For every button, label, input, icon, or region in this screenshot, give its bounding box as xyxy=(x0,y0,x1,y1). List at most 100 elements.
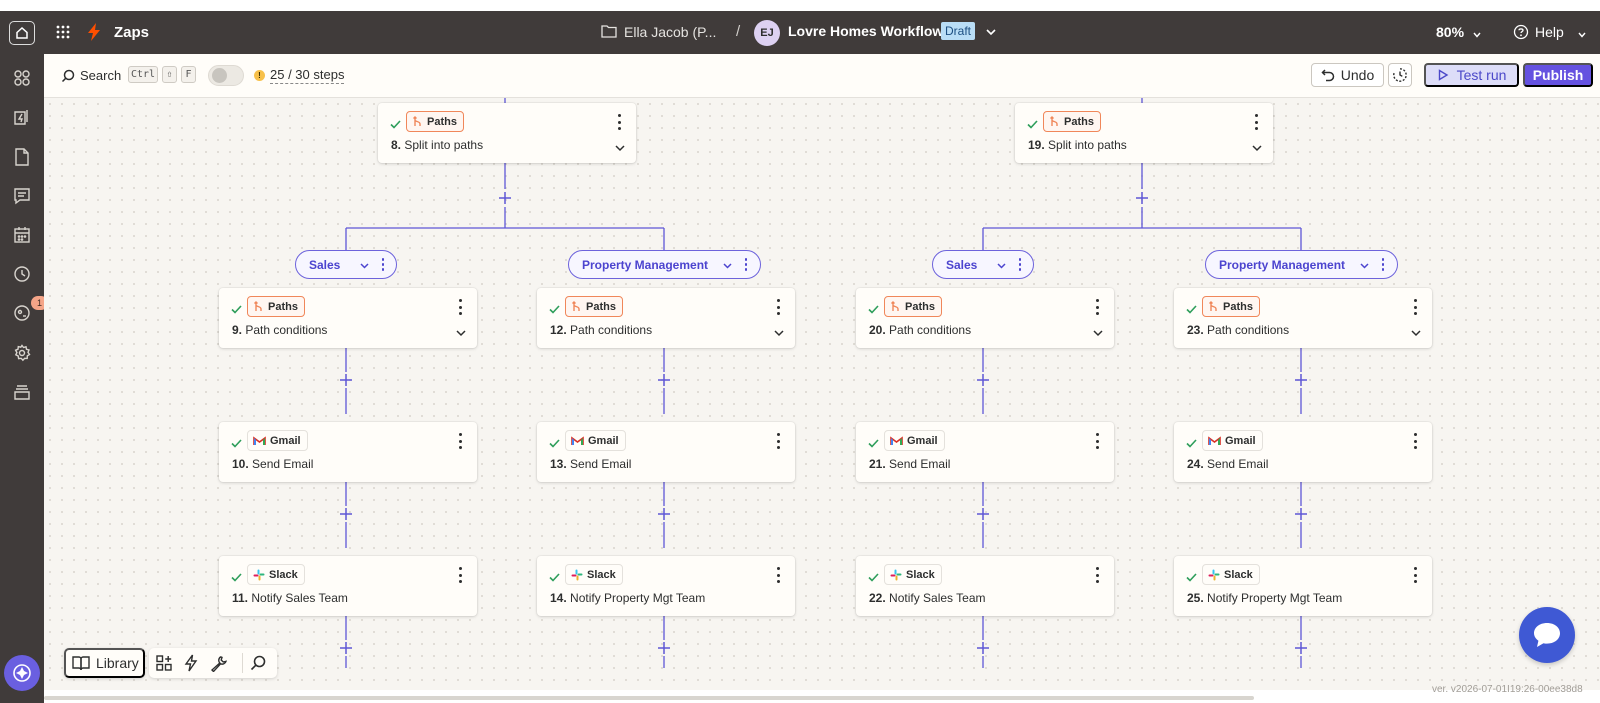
test-run-button[interactable]: Test run xyxy=(1424,63,1519,87)
chevron-down-icon[interactable] xyxy=(455,326,467,344)
search-button[interactable]: Search xyxy=(80,68,121,83)
path-pill-sales[interactable]: Sales xyxy=(295,250,397,279)
more-menu-icon[interactable] xyxy=(1252,114,1260,130)
copilot-icon[interactable] xyxy=(4,655,40,691)
add-step-button[interactable] xyxy=(497,190,513,206)
more-menu-icon[interactable] xyxy=(456,433,464,449)
search-icon[interactable] xyxy=(61,69,75,88)
history-icon[interactable] xyxy=(11,263,33,285)
step-title: 14. Notify Property Mgt Team xyxy=(550,591,705,605)
view-toggle[interactable] xyxy=(208,65,244,86)
more-menu-icon[interactable] xyxy=(774,567,782,583)
publish-button[interactable]: Publish xyxy=(1523,63,1593,87)
add-step-button[interactable] xyxy=(338,640,354,656)
add-step-button[interactable] xyxy=(1293,640,1309,656)
version-history-button[interactable] xyxy=(1388,63,1412,87)
chevron-down-icon[interactable] xyxy=(985,25,997,43)
more-menu-icon[interactable] xyxy=(1411,299,1419,315)
zoom-chevron-down-icon[interactable] xyxy=(1472,27,1482,45)
step-title-text: Send Email xyxy=(570,457,632,471)
add-step-button[interactable] xyxy=(1293,506,1309,522)
bolt-icon[interactable] xyxy=(182,654,200,672)
more-menu-icon[interactable] xyxy=(1380,258,1386,271)
path-pill-sales[interactable]: Sales xyxy=(932,250,1034,279)
chevron-down-icon[interactable] xyxy=(996,260,1007,274)
more-menu-icon[interactable] xyxy=(380,258,386,271)
horizontal-scrollbar[interactable] xyxy=(44,696,1254,700)
add-step-button[interactable] xyxy=(1134,190,1150,206)
settings-icon[interactable] xyxy=(11,342,33,364)
help-button[interactable]: Help xyxy=(1535,24,1564,40)
search-icon[interactable] xyxy=(249,654,267,672)
path-pill-property-management[interactable]: Property Management xyxy=(568,250,761,279)
steps-counter[interactable]: 25 / 30 steps xyxy=(270,67,345,84)
more-menu-icon[interactable] xyxy=(456,299,464,315)
help-chevron-down-icon[interactable] xyxy=(1577,27,1587,45)
step-card-gmail[interactable]: Gmail 13. Send Email xyxy=(537,422,795,482)
more-menu-icon[interactable] xyxy=(1411,433,1419,449)
step-card-path-conditions[interactable]: Paths 23. Path conditions xyxy=(1174,288,1432,348)
folder-breadcrumb[interactable]: Ella Jacob (P... xyxy=(624,24,716,40)
more-menu-icon[interactable] xyxy=(1093,567,1101,583)
more-menu-icon[interactable] xyxy=(774,433,782,449)
add-step-button[interactable] xyxy=(338,372,354,388)
zap-title[interactable]: Lovre Homes Workflow xyxy=(788,23,943,39)
more-menu-icon[interactable] xyxy=(456,567,464,583)
chevron-down-icon[interactable] xyxy=(359,260,370,274)
step-card-path-conditions[interactable]: Paths 9. Path conditions xyxy=(219,288,477,348)
more-menu-icon[interactable] xyxy=(615,114,623,130)
interfaces-icon[interactable] xyxy=(11,185,33,207)
workflow-canvas[interactable]: Paths 8. Split into paths Paths 19. Spli… xyxy=(44,98,1600,690)
chevron-down-icon[interactable] xyxy=(1410,326,1422,344)
add-step-button[interactable] xyxy=(1293,372,1309,388)
step-card-slack[interactable]: Slack 11. Notify Sales Team xyxy=(219,556,477,616)
notifications-icon[interactable]: 1 xyxy=(11,296,48,324)
more-menu-icon[interactable] xyxy=(774,299,782,315)
chevron-down-icon[interactable] xyxy=(1092,326,1104,344)
library-button[interactable]: Library xyxy=(64,648,145,678)
calendar-icon[interactable] xyxy=(11,224,33,246)
path-pill-property-management[interactable]: Property Management xyxy=(1205,250,1398,279)
more-menu-icon[interactable] xyxy=(743,258,749,271)
tables-icon[interactable] xyxy=(11,146,33,168)
add-step-button[interactable] xyxy=(656,372,672,388)
apps-grid-icon[interactable] xyxy=(56,25,70,44)
step-card-path-conditions[interactable]: Paths 12. Path conditions xyxy=(537,288,795,348)
avatar[interactable]: EJ xyxy=(754,20,780,46)
more-menu-icon[interactable] xyxy=(1093,433,1101,449)
zaps-icon[interactable] xyxy=(11,106,33,128)
zoom-level[interactable]: 80% xyxy=(1436,24,1464,40)
step-card-slack[interactable]: Slack 25. Notify Property Mgt Team xyxy=(1174,556,1432,616)
archive-icon[interactable] xyxy=(11,381,33,403)
app-name[interactable]: Zaps xyxy=(114,24,149,41)
add-step-button[interactable] xyxy=(975,372,991,388)
layout-icon[interactable] xyxy=(155,654,173,672)
add-step-button[interactable] xyxy=(975,506,991,522)
chevron-down-icon[interactable] xyxy=(773,326,785,344)
step-card-gmail[interactable]: Gmail 24. Send Email xyxy=(1174,422,1432,482)
chevron-down-icon[interactable] xyxy=(1251,141,1263,159)
add-step-button[interactable] xyxy=(656,506,672,522)
step-card-gmail[interactable]: Gmail 21. Send Email xyxy=(856,422,1114,482)
step-card-slack[interactable]: Slack 14. Notify Property Mgt Team xyxy=(537,556,795,616)
more-menu-icon[interactable] xyxy=(1093,299,1101,315)
more-menu-icon[interactable] xyxy=(1411,567,1419,583)
step-card-split[interactable]: Paths 8. Split into paths xyxy=(378,103,636,163)
add-step-button[interactable] xyxy=(975,640,991,656)
step-card-slack[interactable]: Slack 22. Notify Sales Team xyxy=(856,556,1114,616)
wrench-icon[interactable] xyxy=(209,654,227,672)
step-card-gmail[interactable]: Gmail 10. Send Email xyxy=(219,422,477,482)
add-step-button[interactable] xyxy=(656,640,672,656)
chevron-down-icon[interactable] xyxy=(722,260,733,274)
home-icon[interactable] xyxy=(9,21,35,45)
apps-icon[interactable] xyxy=(11,67,33,89)
step-card-path-conditions[interactable]: Paths 20. Path conditions xyxy=(856,288,1114,348)
more-menu-icon[interactable] xyxy=(1017,258,1023,271)
help-circle-icon[interactable] xyxy=(1513,24,1529,45)
step-card-split[interactable]: Paths 19. Split into paths xyxy=(1015,103,1273,163)
undo-button[interactable]: Undo xyxy=(1311,63,1384,87)
add-step-button[interactable] xyxy=(338,506,354,522)
chat-bubble-icon[interactable] xyxy=(1519,607,1575,663)
chevron-down-icon[interactable] xyxy=(614,141,626,159)
chevron-down-icon[interactable] xyxy=(1359,260,1370,274)
